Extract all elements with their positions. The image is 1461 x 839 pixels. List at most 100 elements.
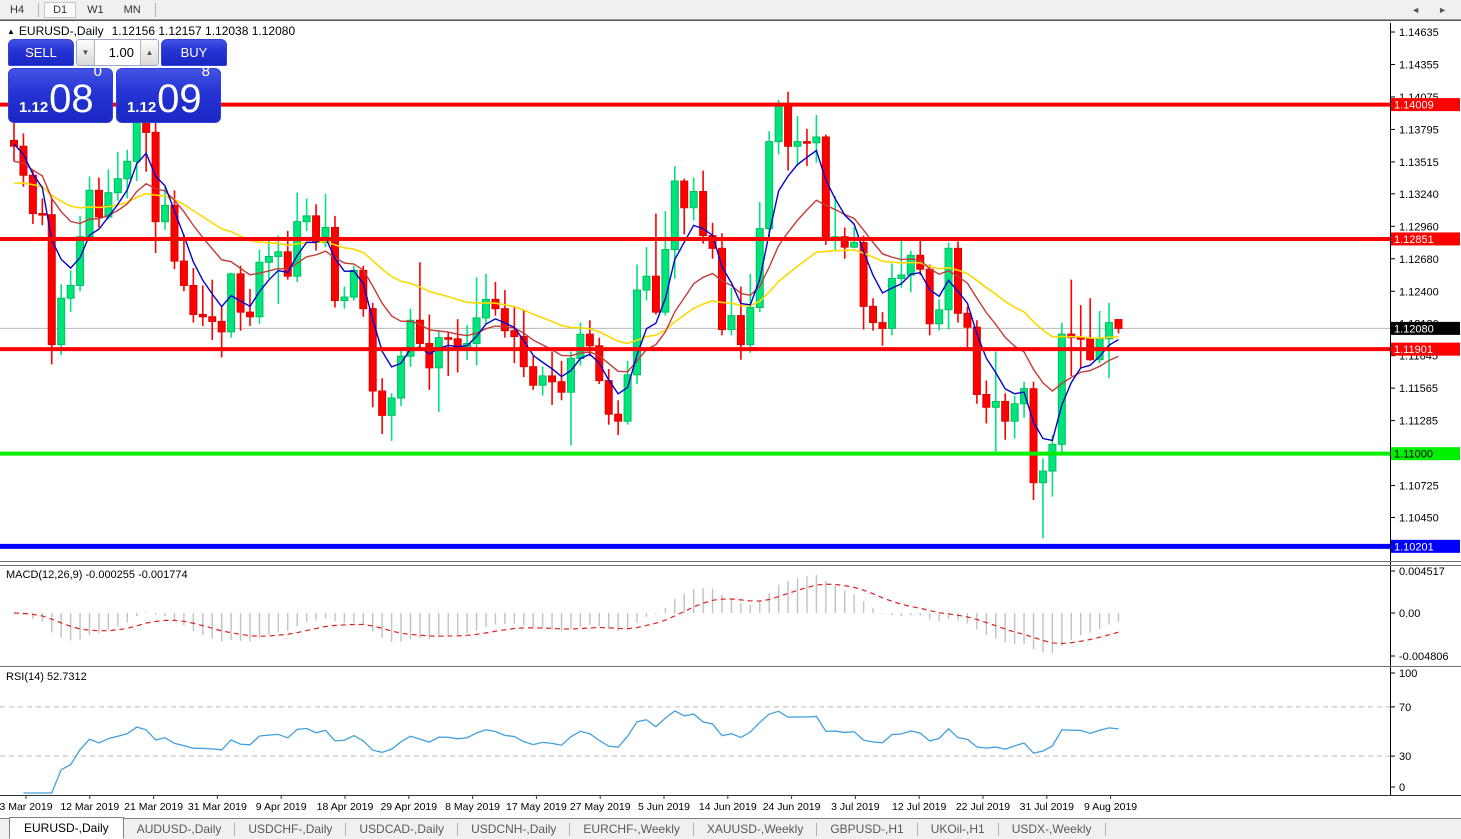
buy-price-button[interactable]: 1.12 09 8 xyxy=(116,68,221,123)
candle-body xyxy=(577,334,584,358)
candle-body xyxy=(586,334,593,346)
volume-control: ▼ 1.00 ▲ xyxy=(76,39,159,66)
date-label: 12 Mar 2019 xyxy=(60,801,119,813)
candle-body xyxy=(426,343,433,367)
candle-body xyxy=(29,175,36,213)
tab-usdcnh-daily[interactable]: USDCNH-,Daily xyxy=(458,820,569,838)
price-tick-label: 1.13515 xyxy=(1399,157,1439,169)
candle-body xyxy=(162,205,169,221)
candle-body xyxy=(39,214,46,216)
tab-eurchf-weekly[interactable]: EURCHF-,Weekly xyxy=(570,820,692,838)
level-price-label: 1.11000 xyxy=(1394,449,1433,461)
date-label: 8 May 2019 xyxy=(445,801,500,813)
tab-usdx-weekly[interactable]: USDX-,Weekly xyxy=(999,820,1105,838)
volume-increase-button[interactable]: ▲ xyxy=(140,40,158,65)
candle-body xyxy=(690,192,697,208)
candle-body xyxy=(955,248,962,313)
date-label: 12 Jul 2019 xyxy=(892,801,946,813)
date-label: 3 Jul 2019 xyxy=(831,801,880,813)
chevron-down-icon: ▼ xyxy=(82,48,90,57)
candle-body xyxy=(936,310,943,324)
candle-body xyxy=(558,382,565,392)
candle-body xyxy=(247,312,254,317)
price-tick-label: 1.12680 xyxy=(1399,254,1439,266)
candle-body xyxy=(1011,404,1018,421)
candle-body xyxy=(237,274,244,312)
volume-input[interactable]: 1.00 xyxy=(95,40,140,65)
candle-body xyxy=(605,381,612,415)
symbol-tab-bar: EURUSD-,Daily AUDUSD-,Daily USDCHF-,Dail… xyxy=(0,818,1461,839)
tab-scroll-left-icon[interactable]: ◄ xyxy=(1411,5,1420,16)
bar-ohlc-quotes: 1.12156 1.12157 1.12038 1.12080 xyxy=(112,24,296,38)
candle-body xyxy=(95,190,102,217)
price-tick-label: 1.11285 xyxy=(1399,416,1438,428)
candle-body xyxy=(124,161,131,178)
buy-button[interactable]: BUY xyxy=(161,39,227,66)
chart-title: ▲EURUSD-,Daily1.12156 1.12157 1.12038 1.… xyxy=(7,24,295,38)
candle-body xyxy=(926,269,933,324)
candle-body xyxy=(785,106,792,147)
rsi-pane[interactable] xyxy=(0,666,1390,795)
timeframe-d1-button[interactable]: D1 xyxy=(44,2,76,18)
tab-usdcad-daily[interactable]: USDCAD-,Daily xyxy=(346,820,457,838)
volume-decrease-button[interactable]: ▼ xyxy=(77,40,95,65)
rsi-tick-label: 100 xyxy=(1399,668,1417,680)
tab-audusd-daily[interactable]: AUDUSD-,Daily xyxy=(124,820,235,838)
candle-body xyxy=(870,306,877,322)
candle-body xyxy=(747,308,754,345)
level-price-label: 1.14009 xyxy=(1394,100,1434,112)
ask-price-prefix: 1.12 xyxy=(127,100,156,115)
timeframe-w1-button[interactable]: W1 xyxy=(78,2,113,18)
candle-body xyxy=(1030,389,1037,483)
timeframe-h4-button[interactable]: H4 xyxy=(1,2,33,18)
candle-body xyxy=(813,137,820,143)
collapse-triangle-icon[interactable]: ▲ xyxy=(7,27,15,36)
price-tick-label: 1.12400 xyxy=(1399,286,1439,298)
tab-ukoil-h1[interactable]: UKOil-,H1 xyxy=(918,820,998,838)
candle-body xyxy=(228,274,235,332)
date-label: 21 Mar 2019 xyxy=(124,801,183,813)
ask-price-big-digits: 09 xyxy=(157,84,202,115)
tab-scroll-right-icon[interactable]: ► xyxy=(1438,5,1447,16)
tab-eurusd-daily[interactable]: EURUSD-,Daily xyxy=(9,817,124,839)
ask-price-pipette: 8 xyxy=(202,64,210,79)
bid-price-big-digits: 08 xyxy=(49,84,94,115)
window-edge xyxy=(0,20,1461,23)
date-label: 5 Jun 2019 xyxy=(638,801,690,813)
candle-body xyxy=(530,367,537,386)
date-label: 9 Apr 2019 xyxy=(256,801,307,813)
price-tick-label: 1.10725 xyxy=(1399,481,1439,493)
candle-body xyxy=(180,261,187,285)
candle-body xyxy=(445,338,452,340)
date-label: 31 Mar 2019 xyxy=(188,801,247,813)
candle-body xyxy=(539,376,546,385)
timeframe-mn-button[interactable]: MN xyxy=(115,2,150,18)
rsi-tick-label: 0 xyxy=(1399,782,1405,794)
candle-body xyxy=(294,222,301,277)
price-tick-label: 1.13795 xyxy=(1399,124,1439,136)
candle-body xyxy=(379,391,386,415)
trading-terminal: 1.146351.143551.140751.137951.135151.132… xyxy=(0,0,1461,839)
rsi-indicator-value: 52.7312 xyxy=(47,671,87,683)
bid-price-prefix: 1.12 xyxy=(19,100,48,115)
tab-xauusd-weekly[interactable]: XAUUSD-,Weekly xyxy=(694,820,816,838)
macd-pane[interactable] xyxy=(0,564,1390,666)
date-label: 22 Jul 2019 xyxy=(956,801,1010,813)
price-tick-label: 1.14355 xyxy=(1399,59,1439,71)
candle-body xyxy=(992,401,999,407)
candle-body xyxy=(48,215,55,345)
sell-button[interactable]: SELL xyxy=(8,39,74,66)
tab-gbpusd-h1[interactable]: GBPUSD-,H1 xyxy=(817,820,916,838)
sell-price-button[interactable]: 1.12 08 0 xyxy=(8,68,113,123)
candle-body xyxy=(794,142,801,147)
candle-body xyxy=(209,317,216,322)
current-price-label: 1.12080 xyxy=(1394,323,1434,335)
rsi-tick-label: 30 xyxy=(1399,751,1411,763)
tab-usdchf-daily[interactable]: USDCHF-,Daily xyxy=(235,820,345,838)
candle-body xyxy=(643,276,650,290)
price-tick-label: 1.10450 xyxy=(1399,512,1439,524)
price-tick-label: 1.13240 xyxy=(1399,189,1439,201)
candle-body xyxy=(898,275,905,278)
candle-body xyxy=(360,270,367,308)
candle-body xyxy=(766,142,773,229)
